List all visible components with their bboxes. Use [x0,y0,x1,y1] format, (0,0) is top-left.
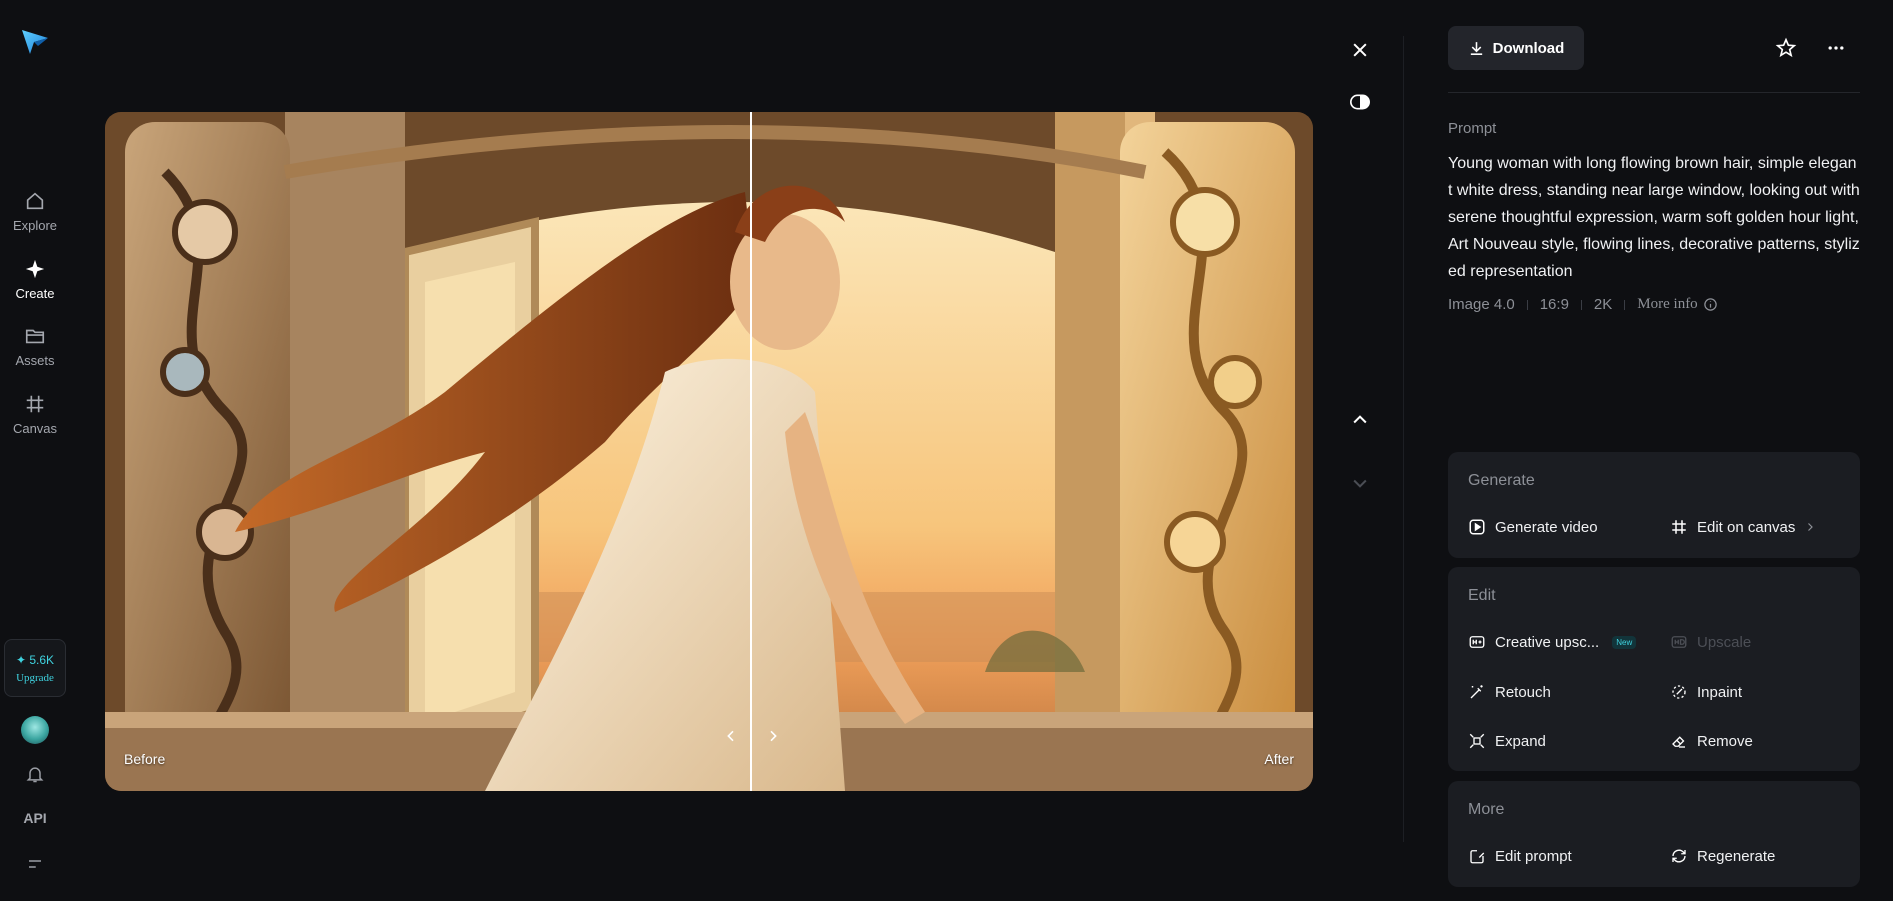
remove-label: Remove [1697,732,1753,750]
sidebar-item-explore[interactable]: Explore [0,190,70,233]
inpaint-label: Inpaint [1697,683,1743,701]
chevron-right-icon [1808,523,1814,531]
inpaint-button[interactable]: Inpaint [1670,683,1742,701]
sidebar-item-canvas[interactable]: Canvas [0,393,70,436]
creative-upscale-button[interactable]: Creative upsc... New [1468,633,1637,651]
edit-prompt-label: Edit prompt [1495,847,1572,865]
artwork-image [105,112,1313,791]
edit-prompt-icon [1470,850,1485,864]
close-icon[interactable] [1346,36,1374,64]
chevron-down-icon[interactable] [1346,469,1374,497]
edit-on-canvas-button[interactable]: Edit on canvas [1670,518,1816,536]
sidebar: Explore Create Assets Canvas ✦ 5.6K Upgr… [0,0,70,901]
hd-icon [1671,636,1687,648]
compare-toggle-icon[interactable] [1346,90,1374,114]
meta-separator [1580,299,1582,310]
magic-wand-icon [1470,685,1483,699]
retouch-button[interactable]: Retouch [1468,683,1551,701]
video-icon [1469,519,1485,535]
edit-card: Edit Creative upsc... New Upscale Retouc… [1448,567,1860,771]
more-info-label: More info [1637,296,1698,312]
regenerate-label: Regenerate [1697,847,1776,865]
panel-header-separator [1448,92,1860,93]
paper-plane-logo-icon[interactable] [18,24,52,58]
remove-button[interactable]: Remove [1670,732,1753,750]
edit-on-canvas-label: Edit on canvas [1697,518,1796,536]
upgrade-button[interactable]: ✦ 5.6K Upgrade [4,639,66,697]
more-card: More Edit prompt Regenerate [1448,781,1860,887]
bell-icon[interactable] [22,761,48,787]
regenerate-button[interactable]: Regenerate [1670,847,1775,865]
sidebar-item-assets[interactable]: Assets [0,325,70,368]
app-root: Explore Create Assets Canvas ✦ 5.6K Upgr… [0,0,1893,901]
panel-divider [1403,36,1404,842]
upscale-label: Upscale [1697,633,1752,651]
details-panel: Download Prompt Young woman with long fl… [1448,0,1860,901]
expand-icon [1469,733,1485,749]
sidebar-item-label: Create [15,286,55,301]
sidebar-item-label: Explore [12,218,58,233]
generate-card: Generate Generate video Edit on canvas [1448,452,1860,558]
hd-plus-icon [1469,636,1485,648]
more-title: More [1468,801,1505,818]
credits-count: ✦ 5.6K [15,652,55,667]
info-icon [1703,298,1717,311]
generate-video-label: Generate video [1495,518,1598,536]
chevron-left-icon[interactable] [719,724,743,748]
compare-divider[interactable] [750,112,752,791]
star-icon[interactable] [1772,34,1800,62]
download-label: Download [1492,39,1565,57]
edit-prompt-button[interactable]: Edit prompt [1468,847,1572,865]
sidebar-item-label: Assets [15,353,55,368]
download-icon [1470,41,1482,55]
more-info-link[interactable]: More info [1637,296,1717,313]
download-button[interactable]: Download [1448,26,1584,70]
meta-ratio: 16:9 [1539,296,1569,313]
meta-model: Image 4.0 [1448,296,1515,313]
meta-separator [1624,299,1626,310]
generate-video-button[interactable]: Generate video [1468,518,1598,536]
upscale-button[interactable]: Upscale [1670,633,1751,651]
chevron-up-icon[interactable] [1346,406,1374,434]
api-link[interactable]: API [0,810,70,826]
prompt-title: Prompt [1448,120,1497,137]
image-compare-viewer[interactable]: Before After [105,112,1313,791]
menu-icon[interactable] [22,851,48,877]
folder-icon [25,329,45,344]
home-icon [26,192,44,210]
retouch-label: Retouch [1495,683,1551,701]
before-label: Before [124,751,166,767]
chevron-right-icon[interactable] [761,724,785,748]
generate-title: Generate [1468,472,1535,489]
sparkle-icon [25,259,45,279]
avatar[interactable] [21,716,49,744]
sidebar-item-label: Canvas [12,421,58,436]
more-options-icon[interactable] [1822,34,1850,62]
meta-resolution: 2K [1593,296,1613,313]
creative-upscale-label: Creative upsc... [1495,633,1600,651]
new-badge: New [1612,635,1637,649]
expand-label: Expand [1495,732,1546,750]
edit-title: Edit [1468,587,1496,604]
brush-icon [1672,685,1686,699]
upgrade-label: Upgrade [16,671,54,684]
meta-separator [1526,299,1528,310]
expand-button[interactable]: Expand [1468,732,1546,750]
after-label: After [1264,751,1294,767]
canvas-icon [26,395,44,413]
refresh-icon [1672,849,1686,863]
canvas-icon [1672,520,1686,534]
eraser-icon [1672,736,1685,748]
prompt-text: Young woman with long flowing brown hair… [1448,155,1860,280]
sidebar-item-create[interactable]: Create [0,258,70,301]
image-meta: Image 4.0 16:9 2K More info [1448,296,1718,313]
